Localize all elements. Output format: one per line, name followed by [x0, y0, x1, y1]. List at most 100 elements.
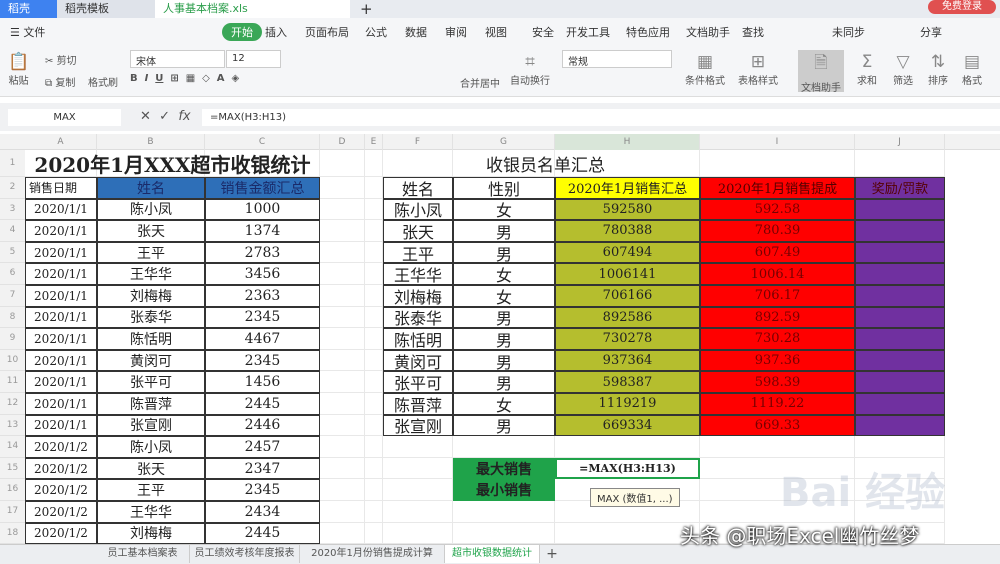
date-cell[interactable]: 2020/1/1 [25, 220, 97, 242]
reward-penalty[interactable] [855, 371, 945, 393]
column-header-H[interactable]: H [555, 134, 700, 150]
commission[interactable]: 937.36 [700, 349, 855, 372]
gender[interactable]: 女 [453, 393, 555, 415]
name-cell[interactable]: 张天 [97, 457, 205, 480]
name-cell[interactable]: 陈小凤 [97, 198, 205, 221]
reward-penalty[interactable] [855, 414, 945, 437]
grid-cell[interactable] [320, 198, 365, 221]
sheet-tab-0[interactable]: 员工基本档案表 [96, 545, 190, 563]
font-select[interactable]: 宋体 [130, 50, 225, 68]
right-header-0[interactable]: 姓名 [383, 177, 453, 199]
left-table-title[interactable]: 2020年1月XXX超市收银统计 [25, 150, 320, 177]
cashier-name[interactable]: 张宣刚 [383, 414, 453, 437]
monthly-sales[interactable]: 706166 [555, 285, 700, 307]
conditional-format-button[interactable]: ▦ 条件格式 [685, 52, 725, 87]
row-header-9[interactable]: 9 [0, 328, 25, 350]
name-cell[interactable]: 王平 [97, 241, 205, 264]
menu-5[interactable]: 审阅 [445, 24, 467, 40]
commission[interactable]: 607.49 [700, 241, 855, 264]
gender[interactable]: 男 [453, 328, 555, 350]
grid-cell[interactable] [320, 263, 365, 285]
grid-cell[interactable] [365, 479, 383, 501]
cashier-name[interactable]: 王华华 [383, 263, 453, 285]
menu-11[interactable]: 查找 [742, 24, 764, 40]
grid-cell[interactable] [320, 371, 365, 393]
grid-cell[interactable] [365, 241, 383, 264]
formula-input[interactable]: =MAX(H3:H13) [202, 109, 1000, 126]
gender[interactable]: 女 [453, 198, 555, 221]
amount-cell[interactable]: 2345 [205, 306, 320, 329]
grid-cell[interactable] [383, 501, 453, 523]
amount-cell[interactable]: 4467 [205, 328, 320, 350]
date-cell[interactable]: 2020/1/2 [25, 479, 97, 501]
date-cell[interactable]: 2020/1/1 [25, 328, 97, 350]
grid-cell[interactable] [365, 198, 383, 221]
grid-cell[interactable] [383, 522, 453, 545]
reward-penalty[interactable] [855, 241, 945, 264]
format-button[interactable]: ▤ 格式 [962, 52, 982, 87]
row-header-11[interactable]: 11 [0, 371, 25, 393]
gender[interactable]: 女 [453, 263, 555, 285]
column-header-E[interactable]: E [365, 134, 383, 150]
filter-button[interactable]: ▽ 筛选 [893, 52, 913, 87]
reward-penalty[interactable] [855, 220, 945, 242]
format-painter-button[interactable]: 格式刷 [88, 74, 118, 89]
amount-cell[interactable]: 2457 [205, 436, 320, 458]
sort-button[interactable]: ⇅ 排序 [928, 52, 948, 87]
date-cell[interactable]: 2020/1/1 [25, 263, 97, 285]
max-sales-formula-cell[interactable]: =MAX(H3:H13) [555, 457, 700, 480]
monthly-sales[interactable]: 607494 [555, 241, 700, 264]
column-header-I[interactable]: I [700, 134, 855, 150]
date-cell[interactable]: 2020/1/1 [25, 241, 97, 264]
grid-cell[interactable] [320, 150, 365, 177]
commission[interactable]: 780.39 [700, 220, 855, 242]
grid-cell[interactable] [320, 349, 365, 372]
grid-cell[interactable] [453, 522, 555, 545]
grid-cell[interactable] [320, 393, 365, 415]
sync-status[interactable]: 未同步 [832, 24, 865, 40]
name-cell[interactable]: 张泰华 [97, 306, 205, 329]
row-header-6[interactable]: 6 [0, 263, 25, 285]
menu-2[interactable]: 页面布局 [305, 24, 349, 40]
commission[interactable]: 669.33 [700, 414, 855, 437]
date-cell[interactable]: 2020/1/1 [25, 414, 97, 437]
row-header-3[interactable]: 3 [0, 198, 25, 221]
row-header-7[interactable]: 7 [0, 285, 25, 307]
amount-cell[interactable]: 2445 [205, 393, 320, 415]
grid-cell[interactable] [383, 457, 453, 480]
name-cell[interactable]: 张天 [97, 220, 205, 242]
sheet-tab-1[interactable]: 员工绩效考核年度报表 [190, 545, 300, 563]
monthly-sales[interactable]: 598387 [555, 371, 700, 393]
grid-cell[interactable] [700, 436, 855, 458]
reward-penalty[interactable] [855, 349, 945, 372]
grid-cell[interactable] [453, 436, 555, 458]
name-cell[interactable]: 王华华 [97, 501, 205, 523]
grid-cell[interactable] [365, 522, 383, 545]
doc-assistant-button[interactable]: 🗎 文档助手 [798, 50, 844, 94]
grid-cell[interactable] [365, 177, 383, 199]
right-header-4[interactable]: 奖励/罚款 [855, 177, 945, 199]
grid-cell[interactable] [320, 328, 365, 350]
grid-cell[interactable] [320, 177, 365, 199]
cashier-name[interactable]: 张天 [383, 220, 453, 242]
column-header-A[interactable]: A [25, 134, 97, 150]
name-cell[interactable]: 张平可 [97, 371, 205, 393]
right-header-2[interactable]: 2020年1月销售汇总 [555, 177, 700, 199]
row-header-15[interactable]: 15 [0, 457, 25, 480]
amount-cell[interactable]: 2783 [205, 241, 320, 264]
grid-cell[interactable] [365, 436, 383, 458]
amount-cell[interactable]: 2347 [205, 457, 320, 480]
grid-cell[interactable] [383, 479, 453, 501]
max-sales-label[interactable]: 最大销售 [453, 457, 555, 480]
row-header-8[interactable]: 8 [0, 306, 25, 329]
right-header-1[interactable]: 性别 [453, 177, 555, 199]
cashier-name[interactable]: 刘梅梅 [383, 285, 453, 307]
amount-cell[interactable]: 3456 [205, 263, 320, 285]
grid-cell[interactable] [365, 414, 383, 437]
tab-templates[interactable]: 稻壳模板 [57, 0, 155, 18]
date-cell[interactable]: 2020/1/2 [25, 457, 97, 480]
gender[interactable]: 男 [453, 349, 555, 372]
menu-10[interactable]: 文档助手 [686, 24, 730, 40]
date-cell[interactable]: 2020/1/1 [25, 285, 97, 307]
cut-button[interactable]: ✂ 剪切 [45, 52, 77, 67]
